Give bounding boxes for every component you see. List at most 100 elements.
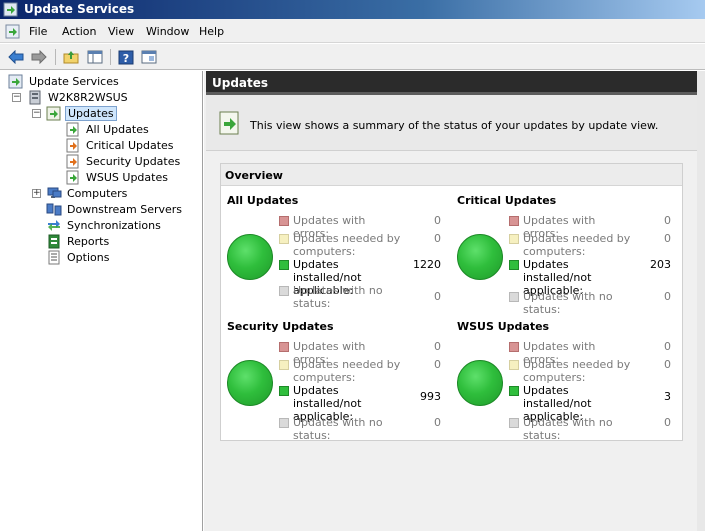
window-title: Update Services [24, 2, 135, 16]
tree-label: Critical Updates [86, 139, 174, 152]
collapse-server-toggle[interactable]: − [12, 93, 21, 102]
menu-view[interactable]: View [108, 25, 134, 38]
tree-item-update-services[interactable]: Update Services [8, 74, 121, 89]
overview-title: Overview [225, 169, 283, 182]
back-button[interactable] [6, 48, 26, 66]
system-menu-icon[interactable] [5, 24, 20, 39]
status-count: 1220 [413, 258, 441, 271]
tree-label: Synchronizations [67, 219, 161, 232]
computers-icon [47, 187, 62, 198]
console-tree[interactable]: Update Services − W2K8R2WSUS − Updates A… [0, 71, 203, 531]
menu-file[interactable]: File [29, 25, 47, 38]
tree-item-critical-updates[interactable]: Critical Updates [65, 138, 176, 153]
tree-label: WSUS Updates [86, 171, 168, 184]
tree-label: Security Updates [86, 155, 181, 168]
group-title[interactable]: Security Updates [227, 320, 334, 333]
info-text: This view shows a summary of the status … [250, 119, 659, 132]
tree-label: Update Services [29, 75, 119, 88]
pane-title: Updates [212, 76, 269, 90]
help-icon: ? [118, 50, 134, 65]
healthy-status-icon [227, 360, 273, 406]
pane-header: Updates [206, 71, 701, 95]
tree-item-updates[interactable]: Updates [46, 106, 117, 121]
nostatus-swatch [509, 418, 519, 428]
tree-item-security-updates[interactable]: Security Updates [65, 154, 182, 169]
status-count: 0 [434, 214, 441, 227]
menu-bar: File Action View Window Help [0, 19, 705, 43]
forward-button[interactable] [29, 48, 49, 66]
status-count: 0 [434, 290, 441, 303]
status-count: 0 [434, 232, 441, 245]
critical-updates-summary: Critical Updates Updates with errors: 0 … [457, 194, 687, 318]
tree-label: W2K8R2WSUS [48, 91, 128, 104]
forward-arrow-icon [31, 50, 47, 64]
tree-label: Reports [67, 235, 110, 248]
expand-computers-toggle[interactable]: + [32, 189, 41, 198]
menu-window[interactable]: Window [146, 25, 189, 38]
options-icon [48, 250, 60, 265]
tree-item-server[interactable]: W2K8R2WSUS [27, 90, 130, 105]
status-count: 0 [664, 340, 671, 353]
back-arrow-icon [8, 50, 24, 64]
overview-header: Overview [221, 164, 682, 186]
help-button[interactable]: ? [116, 48, 136, 66]
tree-item-downstream-servers[interactable]: Downstream Servers [46, 202, 184, 217]
tree-item-all-updates[interactable]: All Updates [65, 122, 151, 137]
svg-text:?: ? [123, 52, 129, 65]
info-banner: This view shows a summary of the status … [206, 95, 701, 151]
tree-item-computers[interactable]: Computers [46, 186, 129, 201]
needed-swatch [279, 360, 289, 370]
status-count: 0 [434, 416, 441, 429]
update-services-app-icon [3, 2, 18, 17]
properties-button[interactable] [139, 48, 159, 66]
tree-item-options[interactable]: Options [46, 250, 111, 265]
tree-label: Computers [67, 187, 128, 200]
updates-info-icon [219, 111, 239, 135]
status-count: 0 [664, 290, 671, 303]
error-swatch [509, 342, 519, 352]
downstream-servers-icon [46, 203, 62, 216]
needed-swatch [509, 234, 519, 244]
status-label[interactable]: Updates with no status: [293, 284, 403, 310]
status-label[interactable]: Updates needed by computers: [523, 232, 633, 258]
wsus-updates-icon [66, 170, 79, 185]
nostatus-swatch [279, 418, 289, 428]
menu-action[interactable]: Action [62, 25, 96, 38]
status-count: 0 [434, 358, 441, 371]
window-title-bar[interactable]: Update Services [0, 0, 705, 19]
menu-help[interactable]: Help [199, 25, 224, 38]
error-swatch [279, 216, 289, 226]
tree-item-reports[interactable]: Reports [46, 234, 111, 249]
all-updates-summary: All Updates Updates with errors: 0 Updat… [227, 194, 457, 318]
critical-updates-icon [66, 138, 79, 153]
status-count: 993 [420, 390, 441, 403]
tree-item-synchronizations[interactable]: Synchronizations [46, 218, 163, 233]
reports-icon [48, 234, 60, 249]
wsus-updates-summary: WSUS Updates Updates with errors: 0 Upda… [457, 320, 687, 444]
installed-swatch [279, 386, 289, 396]
tree-item-wsus-updates[interactable]: WSUS Updates [65, 170, 170, 185]
installed-swatch [509, 386, 519, 396]
collapse-updates-toggle[interactable]: − [32, 109, 41, 118]
all-updates-icon [66, 122, 79, 137]
update-services-icon [8, 74, 23, 89]
toolbar: ? [0, 44, 705, 70]
nostatus-swatch [509, 292, 519, 302]
group-title[interactable]: WSUS Updates [457, 320, 549, 333]
status-label[interactable]: Updates needed by computers: [293, 358, 403, 384]
status-label[interactable]: Updates needed by computers: [523, 358, 633, 384]
healthy-status-icon [457, 234, 503, 280]
tree-label: Downstream Servers [67, 203, 183, 216]
up-one-level-button[interactable] [61, 48, 81, 66]
group-title[interactable]: All Updates [227, 194, 298, 207]
needed-swatch [279, 234, 289, 244]
needed-swatch [509, 360, 519, 370]
status-count: 0 [664, 214, 671, 227]
group-title[interactable]: Critical Updates [457, 194, 556, 207]
status-count: 0 [664, 416, 671, 429]
show-hide-tree-icon [87, 50, 103, 64]
status-label[interactable]: Updates needed by computers: [293, 232, 403, 258]
security-updates-summary: Security Updates Updates with errors: 0 … [227, 320, 457, 444]
show-hide-console-tree-button[interactable] [85, 48, 105, 66]
healthy-status-icon [227, 234, 273, 280]
